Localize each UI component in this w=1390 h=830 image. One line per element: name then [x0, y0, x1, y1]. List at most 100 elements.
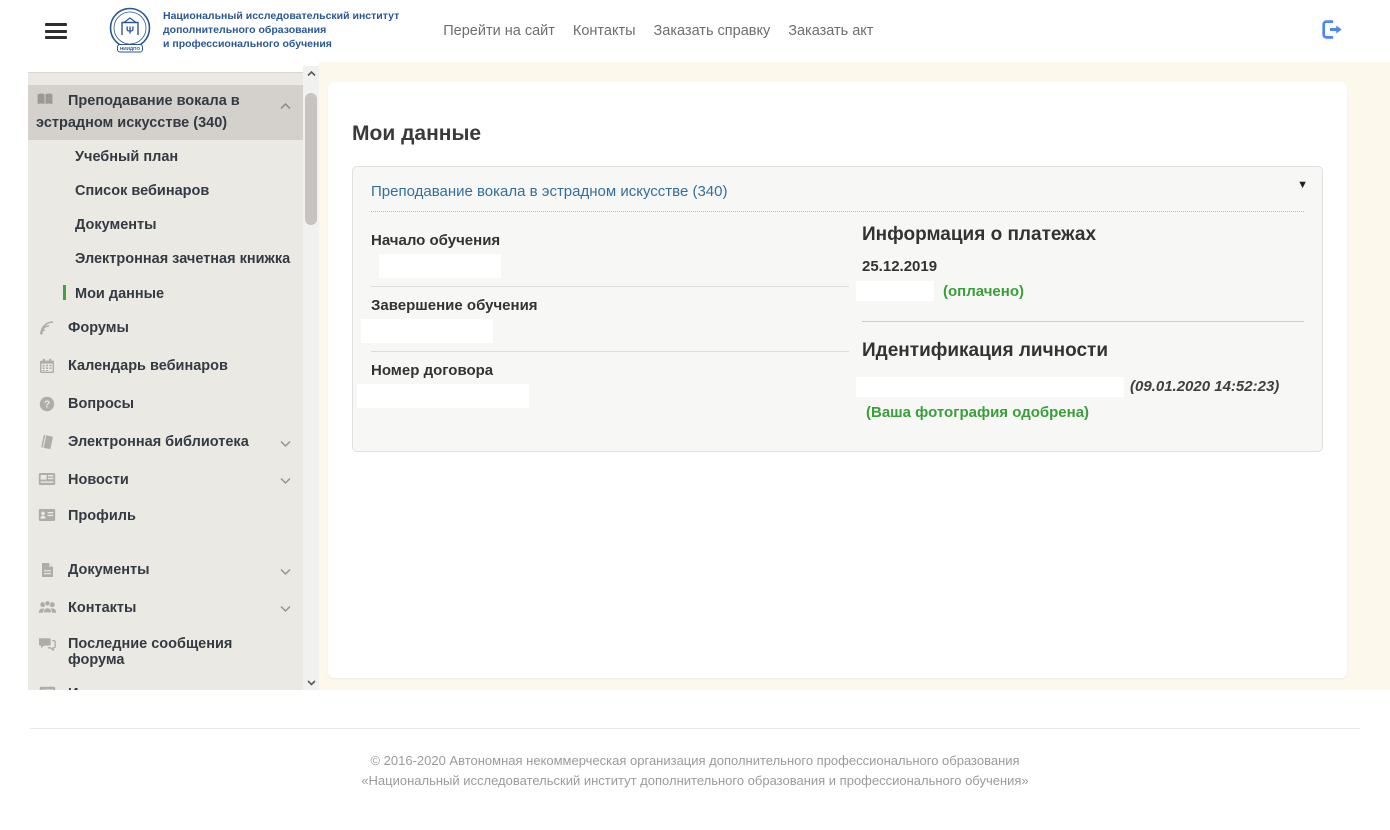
sidebar-item-webinar-list[interactable]: Список вебинаров	[28, 174, 303, 208]
identity-row: (09.01.2020 14:52:23) (Ваша фотография о…	[856, 374, 1304, 425]
redacted-value	[357, 384, 529, 408]
left-gutter	[0, 62, 28, 690]
comments-icon	[38, 636, 56, 655]
redacted-value	[361, 319, 493, 343]
payments-identity-column: Информация о платежах 25.12.2019 (оплаче…	[849, 222, 1304, 425]
nav-contacts[interactable]: Контакты	[573, 23, 636, 39]
sidebar-item-documents[interactable]: Документы	[28, 553, 303, 591]
footer: © 2016-2020 Автономная некоммерческая ор…	[0, 729, 1390, 821]
identity-timestamp: (09.01.2020 14:52:23)	[1130, 378, 1280, 395]
sidebar-item-label: Учебный план	[75, 149, 179, 166]
footer-line-2: «Национальный исследовательский институт…	[361, 773, 1029, 789]
sign-out-icon	[1322, 20, 1342, 39]
nav-order-act[interactable]: Заказать акт	[788, 23, 873, 39]
svg-text:?: ?	[44, 400, 50, 411]
sidebar-item-label: Инструкции	[68, 686, 153, 690]
sidebar-item-label: Преподавание вокала в эстрадном искусств…	[36, 93, 240, 131]
sidebar-item-documents-sub[interactable]: Документы	[28, 208, 303, 242]
sidebar-item-label: Электронная библиотека	[68, 434, 249, 451]
sidebar-item-questions[interactable]: ? Вопросы	[28, 387, 303, 425]
brand-text: Национальный исследовательский институт …	[163, 10, 399, 52]
svg-text:Ψ: Ψ	[126, 26, 134, 37]
sidebar-item-program[interactable]: Преподавание вокала в эстрадном искусств…	[28, 85, 303, 141]
sidebar-item-forums[interactable]: Форумы	[28, 311, 303, 349]
field-contract-number: Номер договора	[357, 352, 849, 416]
question-circle-icon: ?	[38, 396, 56, 416]
top-navigation: Перейти на сайт Контакты Заказать справк…	[443, 23, 873, 39]
waves-icon	[38, 320, 56, 340]
program-panel: ▼ Преподавание вокала в эстрадном искусс…	[352, 166, 1323, 452]
hamburger-bar	[45, 36, 67, 39]
page-title: Мои данные	[352, 122, 482, 145]
sidebar-item-label: Список вебинаров	[75, 183, 210, 200]
nav-order-certificate[interactable]: Заказать справку	[654, 23, 771, 39]
active-indicator	[63, 285, 66, 301]
chevron-down-icon[interactable]	[280, 606, 291, 613]
section-divider	[862, 321, 1304, 322]
program-link[interactable]: Преподавание вокала в эстрадном искусств…	[371, 183, 728, 200]
collapse-caret-icon[interactable]: ▼	[1297, 179, 1308, 191]
identity-title: Идентификация личности	[862, 340, 1109, 361]
payments-title: Информация о платежах	[862, 224, 1097, 245]
list-icon	[38, 686, 56, 690]
payment-date: 25.12.2019	[862, 258, 938, 275]
chevron-down-icon[interactable]	[280, 569, 291, 576]
sidebar-item-contacts[interactable]: Контакты	[28, 591, 303, 627]
footer-line-1: © 2016-2020 Автономная некоммерческая ор…	[370, 753, 1020, 768]
content-row: Преподавание вокала в эстрадном искусств…	[0, 62, 1390, 690]
sidebar-item-library[interactable]: Электронная библиотека	[28, 425, 303, 463]
payment-row: (оплачено)	[856, 281, 1304, 301]
newspaper-icon	[38, 472, 56, 490]
scrollbar-track[interactable]	[303, 81, 319, 675]
redacted-name	[856, 377, 1124, 398]
nav-go-to-site[interactable]: Перейти на сайт	[443, 23, 555, 39]
scroll-up-arrow-icon[interactable]	[303, 66, 319, 81]
book-icon	[38, 434, 56, 454]
sidebar-item-my-data[interactable]: Мои данные	[28, 276, 303, 311]
institute-logo-emblem: Ψ НИИДПО	[109, 7, 151, 53]
sidebar-item-label: Календарь вебинаров	[68, 358, 228, 375]
logout-button[interactable]	[1319, 19, 1342, 43]
sidebar-group-divider	[28, 535, 303, 553]
calendar-icon	[38, 358, 56, 378]
chevron-down-icon[interactable]	[280, 478, 291, 485]
chevron-up-icon[interactable]	[280, 102, 291, 110]
brand-line: и профессионального обучения	[163, 37, 332, 50]
sidebar-item-label: Вопросы	[68, 396, 135, 413]
sidebar-item-label: Контакты	[68, 600, 137, 617]
identity-status: (Ваша фотография одобрена)	[866, 403, 1090, 421]
sidebar-item-label: Мои данные	[75, 286, 165, 303]
sidebar-item-latest-forum-posts[interactable]: Последние сообщения форума	[28, 627, 303, 677]
study-info-column: Начало обучения Завершение обучения Номе…	[357, 222, 849, 425]
sidebar-item-curriculum[interactable]: Учебный план	[28, 140, 303, 174]
scrollbar-thumb[interactable]	[305, 93, 317, 225]
sidebar-item-label: Последние сообщения форума	[68, 636, 233, 669]
sidebar-item-webinar-calendar[interactable]: Календарь вебинаров	[28, 349, 303, 387]
hamburger-bar	[45, 29, 67, 33]
main-area: Мои данные ▼ Преподавание вокала в эстра…	[319, 62, 1390, 690]
sidebar: Преподавание вокала в эстрадном искусств…	[28, 72, 303, 690]
payment-status: (оплачено)	[943, 282, 1024, 300]
sidebar-item-label: Документы	[75, 217, 157, 234]
chevron-down-icon[interactable]	[280, 441, 291, 448]
sidebar-item-news[interactable]: Новости	[28, 463, 303, 499]
menu-toggle-button[interactable]	[45, 23, 67, 39]
brand-line: дополнительного образования	[163, 24, 327, 37]
redacted-amount	[856, 281, 934, 301]
sidebar-item-gradebook[interactable]: Электронная зачетная книжка	[28, 242, 303, 276]
svg-text:НИИДПО: НИИДПО	[120, 46, 140, 51]
hamburger-bar	[45, 23, 67, 26]
scroll-down-arrow-icon[interactable]	[303, 675, 319, 690]
field-start-date: Начало обучения	[371, 222, 849, 287]
sidebar-item-label: Форумы	[68, 320, 129, 337]
program-link-row: Преподавание вокала в эстрадном искусств…	[371, 179, 1304, 212]
redacted-value	[379, 254, 501, 278]
brand[interactable]: Ψ НИИДПО Национальный исследовательский …	[105, 6, 399, 56]
sidebar-scrollbar[interactable]	[303, 66, 319, 690]
field-end-date: Завершение обучения	[361, 287, 849, 352]
sidebar-item-instructions[interactable]: Инструкции	[28, 677, 303, 690]
sidebar-item-profile[interactable]: Профиль	[28, 499, 303, 535]
panel-columns: Начало обучения Завершение обучения Номе…	[357, 222, 1304, 425]
sidebar-item-label: Новости	[68, 472, 129, 489]
field-label: Номер договора	[371, 362, 494, 379]
